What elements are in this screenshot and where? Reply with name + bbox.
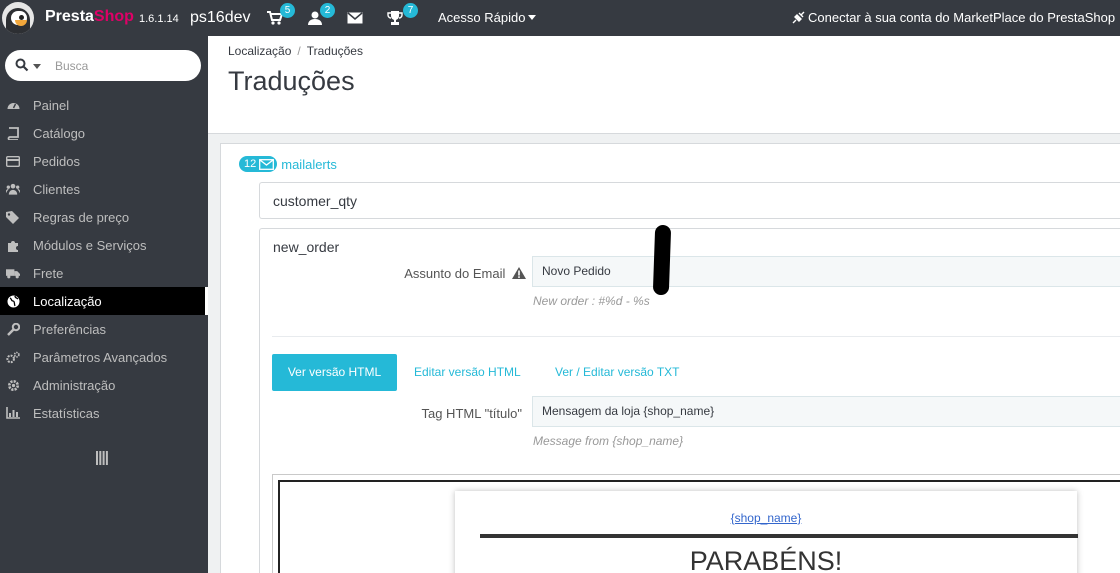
tags-icon (6, 210, 20, 224)
truck-icon (6, 266, 20, 280)
template-name: customer_qty (273, 193, 358, 209)
globe-icon (6, 294, 20, 308)
cogs-icon (6, 350, 20, 364)
sidebar-item-localizacao[interactable]: Localização (0, 287, 208, 315)
missing-count: 12 (244, 158, 257, 170)
subject-label-text: Assunto do Email (404, 266, 506, 281)
title-tag-input[interactable]: Mensagem da loja {shop_name} (532, 396, 1120, 427)
marketplace-label: Conectar à sua conta do MarketPlace do P… (808, 10, 1116, 25)
orders-badge: 5 (280, 3, 295, 18)
shop-name-link[interactable]: ps16dev (190, 9, 251, 27)
envelope-icon (259, 158, 275, 170)
warning-icon (512, 267, 526, 279)
breadcrumb-separator: / (297, 44, 301, 58)
template-name: new_order (273, 239, 340, 255)
prestashop-logo[interactable] (2, 2, 34, 34)
puzzle-icon (6, 238, 20, 252)
sidebar-item-clientes[interactable]: Clientes (0, 175, 208, 203)
dashboard-icon (6, 98, 20, 112)
title-tag-label: Tag HTML "título" (421, 406, 522, 421)
breadcrumb: Localização / Traduções (228, 44, 363, 58)
section-divider (272, 336, 1120, 337)
top-bar: PrestaShop 1.6.1.14 ps16dev 5 2 7 Acesso… (0, 0, 1120, 36)
sidebar-item-label: Painel (33, 97, 70, 113)
email-shop-link[interactable]: {shop_name} (455, 511, 1077, 525)
email-heading: PARABÉNS! (689, 546, 843, 573)
sidebar-item-frete[interactable]: Frete (0, 259, 208, 287)
search-input[interactable] (55, 57, 185, 75)
sidebar-item-painel[interactable]: Painel (0, 91, 208, 119)
search-icon[interactable] (15, 58, 29, 72)
email-divider (480, 534, 1078, 538)
view-edit-txt-link[interactable]: Ver / Editar versão TXT (555, 365, 680, 379)
sidebar-item-label: Catálogo (33, 125, 86, 141)
book-icon (6, 126, 20, 140)
sidebar-item-estatisticas[interactable]: Estatísticas (0, 399, 208, 427)
subject-help-text: New order : #%d - %s (533, 294, 650, 308)
brand-name[interactable]: PrestaShop (45, 8, 134, 26)
sidebar-item-label: Administração (33, 377, 116, 393)
sidebar-item-label: Pedidos (33, 153, 80, 169)
search-type-caret-icon[interactable] (33, 64, 41, 69)
users-icon (6, 182, 20, 196)
sidebar: Painel Catálogo Pedidos Clientes Regras … (0, 36, 208, 573)
caret-down-icon (528, 15, 537, 20)
sidebar-item-catalogo[interactable]: Catálogo (0, 119, 208, 147)
missing-count-badge: 12 (239, 156, 278, 172)
template-new-order: new_order Assunto do Email Novo Pedido N… (259, 224, 1120, 573)
brand-presta: Presta (45, 8, 94, 25)
sidebar-item-label: Módulos e Serviços (33, 237, 147, 253)
credit-card-icon (6, 154, 20, 168)
edit-html-link[interactable]: Editar versão HTML (414, 365, 521, 379)
plug-icon (792, 11, 805, 24)
email-preview-iframe[interactable]: {shop_name} PARABÉNS! (278, 480, 1120, 573)
sidebar-item-label: Regras de preço (33, 209, 130, 225)
bar-chart-icon (6, 406, 20, 420)
sidebar-item-regras-de-preco[interactable]: Regras de preço (0, 203, 208, 231)
view-html-button[interactable]: Ver versão HTML (272, 354, 397, 391)
subject-input[interactable]: Novo Pedido (532, 256, 1120, 287)
sidebar-item-preferencias[interactable]: Preferências (0, 315, 208, 343)
module-mailalerts-link[interactable]: 12 mailalerts (239, 156, 337, 172)
sidebar-nav: Painel Catálogo Pedidos Clientes Regras … (0, 91, 208, 427)
sidebar-item-pedidos[interactable]: Pedidos (0, 147, 208, 175)
module-name: mailalerts (281, 156, 337, 172)
search-box[interactable] (5, 50, 201, 81)
breadcrumb-item-traducoes: Traduções (306, 44, 363, 58)
sidebar-item-administracao[interactable]: Administração (0, 371, 208, 399)
quick-access-dropdown[interactable]: Acesso Rápido (438, 10, 537, 25)
sidebar-item-label: Clientes (33, 181, 80, 197)
title-tag-help-text: Message from {shop_name} (533, 434, 684, 448)
sidebar-item-modulos-e-servicos[interactable]: Módulos e Serviços (0, 231, 208, 259)
wrench-icon (6, 322, 20, 336)
sidebar-item-label: Parâmetros Avançados (33, 349, 168, 365)
sidebar-item-label: Frete (33, 265, 64, 281)
redaction-mark (652, 224, 672, 296)
breadcrumb-item-localizacao[interactable]: Localização (228, 44, 291, 58)
trophy-icon[interactable] (387, 11, 403, 25)
email-card: {shop_name} PARABÉNS! (455, 491, 1078, 573)
page-title: Traduções (228, 66, 355, 96)
collapse-sidebar-icon[interactable] (96, 451, 108, 465)
translations-panel: 12 mailalerts customer_qty new_order Ass… (220, 143, 1120, 573)
messages-badge: 7 (403, 3, 418, 18)
sidebar-item-label: Preferências (33, 321, 106, 337)
customers-badge: 2 (320, 3, 335, 18)
quick-access-label: Acesso Rápido (438, 10, 526, 25)
version-label: 1.6.1.14 (139, 13, 179, 25)
gear-icon (6, 378, 20, 392)
brand-shop: Shop (93, 8, 134, 25)
subject-label: Assunto do Email (360, 266, 526, 281)
sidebar-item-label: Localização (33, 293, 102, 309)
page-header: Localização / Traduções Traduções (208, 36, 1120, 134)
email-preview-frame: {shop_name} PARABÉNS! (272, 474, 1120, 573)
template-customer-qty[interactable]: customer_qty (259, 182, 1120, 219)
envelope-icon[interactable] (347, 11, 363, 25)
sidebar-item-label: Estatísticas (33, 405, 100, 421)
marketplace-connect-link[interactable]: Conectar à sua conta do MarketPlace do P… (792, 10, 1115, 25)
sidebar-item-parametros-avancados[interactable]: Parâmetros Avançados (0, 343, 208, 371)
